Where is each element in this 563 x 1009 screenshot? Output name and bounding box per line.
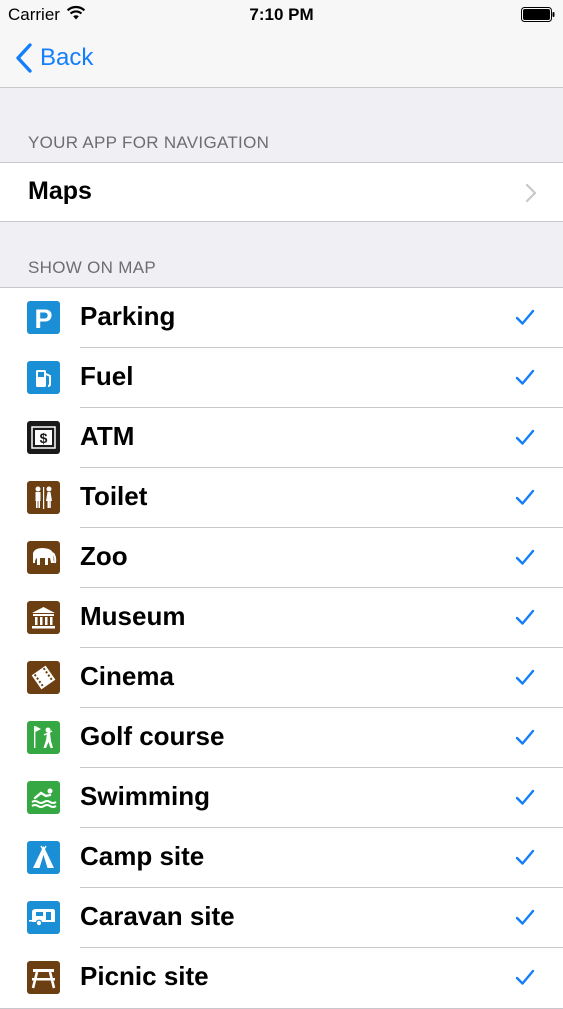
atm-icon: $ — [27, 421, 60, 454]
elephant-icon — [27, 541, 60, 574]
navigation-app-label: Maps — [28, 177, 92, 205]
poi-row-toilet[interactable]: Toilet — [0, 468, 563, 528]
tent-icon — [27, 841, 60, 874]
checkmark-icon — [515, 549, 535, 565]
chevron-left-icon — [16, 43, 32, 73]
poi-label: ATM — [80, 421, 135, 451]
navigation-bar: Back — [0, 30, 563, 88]
checkmark-icon — [515, 669, 535, 685]
status-bar: Carrier 7:10 PM — [0, 0, 563, 30]
cinema-icon — [27, 661, 60, 694]
navigation-app-row[interactable]: Maps — [0, 163, 563, 221]
poi-label: Cinema — [80, 661, 174, 691]
checkmark-icon — [515, 489, 535, 505]
fuel-icon — [27, 361, 60, 394]
poi-label: Fuel — [80, 361, 134, 391]
poi-label: Zoo — [80, 541, 128, 571]
navigation-section-header: YOUR APP FOR NAVIGATION — [28, 133, 270, 152]
poi-label: Golf course — [80, 721, 225, 751]
back-label: Back — [40, 44, 94, 71]
checkmark-icon — [515, 789, 535, 805]
toilet-icon — [27, 481, 60, 514]
poi-label: Camp site — [80, 841, 205, 871]
poi-row-atm[interactable]: $ ATM — [0, 408, 563, 468]
checkmark-icon — [515, 909, 535, 925]
poi-label: Swimming — [80, 781, 211, 811]
poi-row-camp-site[interactable]: Camp site — [0, 828, 563, 888]
battery-icon — [521, 7, 555, 22]
golf-icon — [27, 721, 60, 754]
navigation-app-group: Maps — [0, 162, 563, 222]
swimming-icon — [27, 781, 60, 814]
checkmark-icon — [515, 429, 535, 445]
checkmark-icon — [515, 729, 535, 745]
poi-label: Toilet — [80, 481, 148, 511]
poi-row-cinema[interactable]: Cinema — [0, 648, 563, 708]
poi-row-picnic-site[interactable]: Picnic site — [0, 948, 563, 1008]
poi-label: Museum — [80, 601, 186, 631]
poi-label: Picnic site — [80, 961, 209, 991]
checkmark-icon — [515, 369, 535, 385]
poi-row-zoo[interactable]: Zoo — [0, 528, 563, 588]
poi-row-fuel[interactable]: Fuel — [0, 348, 563, 408]
back-button[interactable]: Back — [14, 40, 93, 76]
checkmark-icon — [515, 849, 535, 865]
svg-text:P: P — [34, 304, 52, 334]
caravan-icon — [27, 901, 60, 934]
poi-row-golf-course[interactable]: Golf course — [0, 708, 563, 768]
museum-icon — [27, 601, 60, 634]
parking-icon: P — [27, 301, 60, 334]
poi-row-caravan-site[interactable]: Caravan site — [0, 888, 563, 948]
poi-row-swimming[interactable]: Swimming — [0, 768, 563, 828]
show-on-map-section-header: SHOW ON MAP — [28, 258, 156, 277]
poi-list: P Parking Fuel $ ATM Toilet Zoo Museum Cinema Gol… — [0, 287, 563, 1009]
checkmark-icon — [515, 969, 535, 985]
svg-text:$: $ — [40, 430, 48, 446]
picnic-table-icon — [27, 961, 60, 994]
checkmark-icon — [515, 609, 535, 625]
clock-time: 7:10 PM — [249, 5, 314, 24]
checkmark-icon — [515, 309, 535, 325]
poi-label: Parking — [80, 301, 176, 331]
poi-row-parking[interactable]: P Parking — [0, 288, 563, 348]
poi-row-museum[interactable]: Museum — [0, 588, 563, 648]
poi-label: Caravan site — [80, 901, 235, 931]
chevron-right-icon — [525, 183, 537, 203]
